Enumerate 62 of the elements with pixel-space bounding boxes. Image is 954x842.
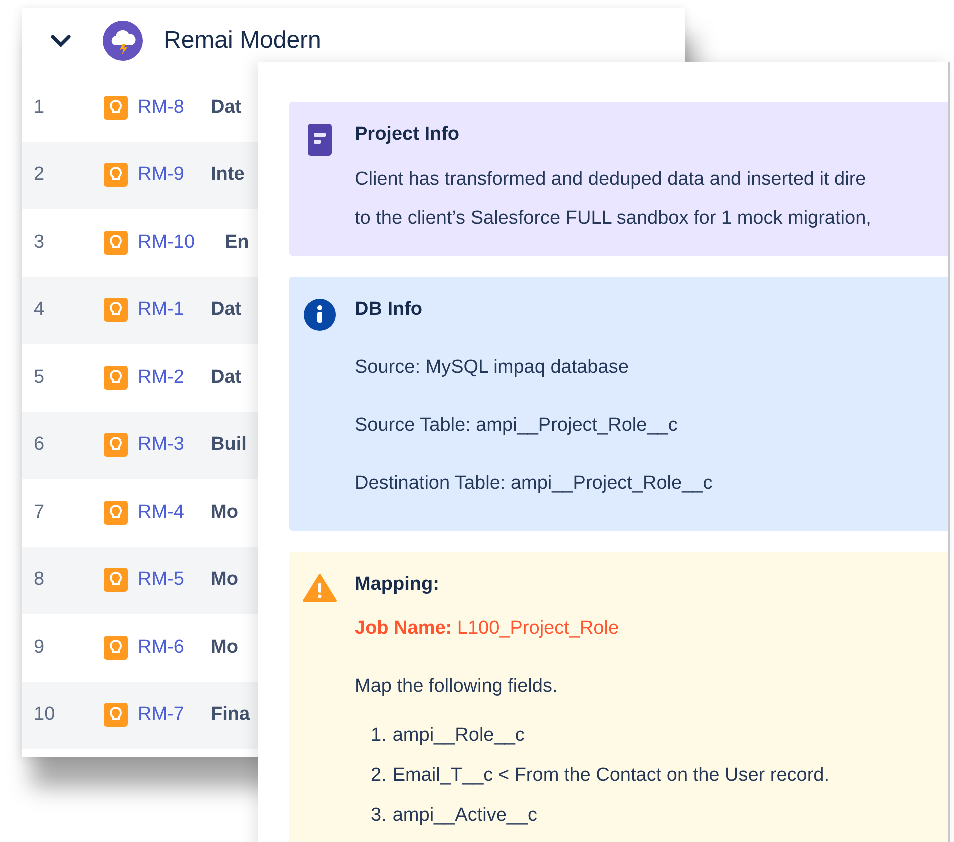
issue-key[interactable]: RM-6 [138,636,211,659]
list-number: 2. [371,764,387,788]
lightbulb-icon [104,96,128,120]
lightbulb-icon [104,568,128,592]
field-name: ampi__Active__c [392,804,538,828]
issue-key[interactable]: RM-9 [138,164,211,186]
issue-title: En [225,232,250,254]
issue-title: Buil [211,434,247,456]
panel-text: Client has transformed and deduped data and inserted it dire [355,168,868,192]
rank-number: 1 [33,96,46,119]
job-name: Job Name: L100_Project_Role [355,617,620,641]
cloud-avatar-icon [102,20,144,62]
issue-key[interactable]: RM-7 [138,704,211,726]
lightbulb-icon [104,433,128,458]
chevron-icon[interactable] [50,34,72,48]
intro-text: Map the following fields. [355,675,559,699]
lightbulb-icon [104,703,128,728]
rank-number: 5 [33,366,46,389]
lightbulb-icon [104,636,128,660]
info-icon [304,299,336,331]
issue-key[interactable]: RM-3 [138,434,211,456]
project-name: Remai Modern [164,27,322,55]
lightbulb-icon [104,366,128,390]
issue-key[interactable]: RM-8 [138,96,211,119]
note-icon [308,124,332,156]
rank-number: 4 [33,299,46,322]
rank-number: 10 [33,704,56,726]
panel-title: Mapping: [355,573,440,597]
panel-title: DB Info [355,298,424,322]
issue-key[interactable]: RM-4 [138,502,211,524]
issue-key[interactable]: RM-5 [138,569,211,592]
rank-number: 7 [33,502,46,524]
issue-key[interactable]: RM-2 [138,366,211,389]
issue-title: Mo [211,569,238,592]
field-name: Email_T__c < From the Contact on the User record. [392,764,830,788]
rank-number: 8 [33,569,46,592]
issue-title: Fina [211,704,250,726]
panel-text: to the client’s Salesforce FULL sandbox for 1 mock migration, [355,207,872,231]
lightbulb-icon [104,500,128,525]
list-number: 3. [371,804,387,828]
field-name: ampi__Role__c [392,724,525,748]
warning-icon [303,574,337,602]
panel-title: Project Info [355,123,461,147]
issue-title: Dat [211,366,242,389]
rank-number: 2 [33,164,46,186]
issue-title: Inte [211,164,245,186]
list-number: 1. [371,724,387,748]
lightbulb-icon [104,163,128,188]
issue-key[interactable]: RM-1 [138,299,211,322]
lightbulb-icon [104,230,128,255]
lightbulb-icon [104,298,128,322]
issue-title: Dat [211,96,242,119]
panel-text: Source: MySQL impaq database [355,356,630,380]
rank-number: 6 [33,434,46,456]
rank-number: 3 [33,232,46,254]
issue-key[interactable]: RM-10 [138,232,225,254]
rank-number: 9 [33,636,46,659]
issue-title: Mo [211,636,238,659]
panel-text: Source Table: ampi__Project_Role__c [355,414,679,438]
issue-title: Dat [211,299,242,322]
issue-title: Mo [211,502,238,524]
panel-text: Destination Table: ampi__Project_Role__c [355,472,713,496]
